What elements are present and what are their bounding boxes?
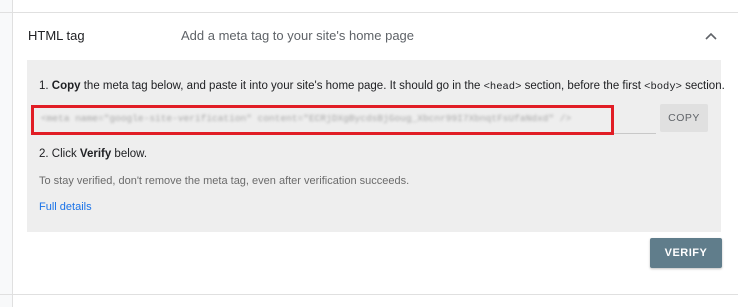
step-one-bold: Copy [51,80,81,92]
verification-panel: 1. Copy the meta tag below, and paste it… [27,60,725,232]
head-tag-code: <head> [483,81,522,93]
meta-tag-value[interactable]: <meta name="google-site-verification" co… [41,113,571,124]
step-two-bold: Verify [79,148,112,160]
step-one-text-a: the meta tag below, and paste it into yo… [80,80,484,92]
step-one-number: 1. [39,80,52,92]
bottom-divider [0,294,738,295]
stay-verified-note: To stay verified, don't remove the meta … [39,175,410,187]
step-one-instructions: 1. Copy the meta tag below, and paste it… [39,80,725,93]
body-tag-code: <body> [644,81,682,93]
step-two-instructions: 2. Click Verify below. [39,148,147,160]
copy-button[interactable]: COPY [660,104,708,132]
method-title: HTML tag [28,28,85,43]
step-two-prefix: 2. Click [39,148,80,160]
meta-tag-field[interactable]: <meta name="google-site-verification" co… [31,105,656,134]
chevron-up-icon[interactable] [696,21,726,51]
full-details-link[interactable]: Full details [39,201,92,213]
step-two-suffix: below. [111,148,148,160]
verify-button[interactable]: VERIFY [650,238,722,268]
method-description: Add a meta tag to your site's home page [181,28,415,43]
step-one-text-c: section. [681,80,725,92]
method-header[interactable]: HTML tag Add a meta tag to your site's h… [12,13,738,59]
step-one-text-b: section, before the first [521,80,645,92]
